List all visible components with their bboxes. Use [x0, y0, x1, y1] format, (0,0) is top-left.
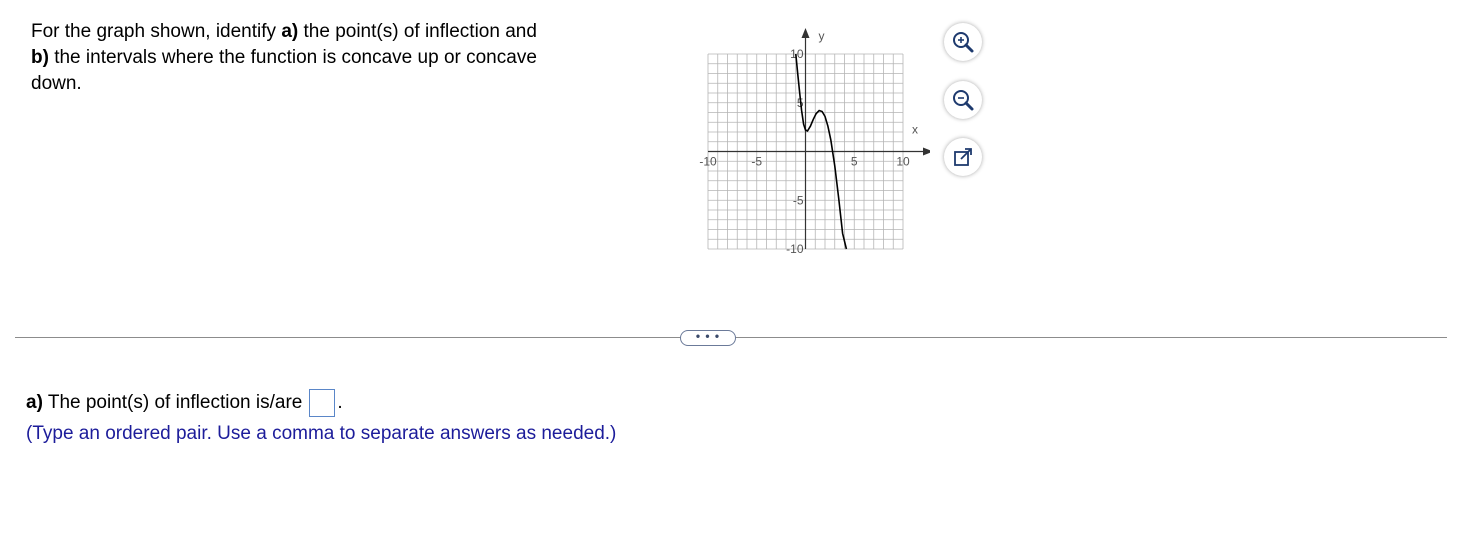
- question-text: For the graph shown, identify a) the poi…: [31, 19, 631, 97]
- answer-prompt: The point(s) of inflection is/are: [42, 392, 303, 413]
- y-axis-label: y: [819, 29, 825, 43]
- x-tick-label: 5: [851, 155, 858, 169]
- x-tick-label: 10: [896, 155, 910, 169]
- zoom-in-button[interactable]: [944, 23, 982, 61]
- question-a-label: a): [281, 21, 299, 42]
- graph-tick-labels: -10 -5 5 10105-5-10xy: [699, 29, 918, 256]
- function-graph: -10 -5 5 10 10 5 -5 -10 x y: [690, 22, 930, 262]
- zoom-out-icon: [953, 90, 974, 111]
- external-link-icon: [954, 148, 972, 166]
- y-axis-arrow: [801, 28, 810, 38]
- inflection-point-input[interactable]: [309, 389, 336, 417]
- y-tick-label: -10: [786, 242, 804, 256]
- question-part3: the intervals where the function is conc…: [48, 47, 537, 68]
- zoom-in-icon: [953, 32, 974, 53]
- popout-button[interactable]: [944, 138, 982, 176]
- question-part4: down.: [31, 73, 82, 94]
- question-part2: the point(s) of inflection and: [298, 21, 537, 42]
- x-axis-arrow: [923, 147, 930, 156]
- answer-a-label: a): [26, 392, 43, 413]
- x-tick-label: -10: [699, 155, 717, 169]
- graph-axes: [708, 28, 930, 249]
- answer-row: a) The point(s) of inflection is/are .: [26, 388, 343, 418]
- question-b-label: b): [31, 47, 49, 68]
- graph-canvas: -10 -5 5 10105-5-10xy: [699, 28, 930, 256]
- zoom-out-button[interactable]: [944, 81, 982, 119]
- more-options-button[interactable]: • • •: [680, 330, 736, 346]
- question-part1: For the graph shown, identify: [31, 21, 282, 42]
- x-tick-label: -5: [751, 155, 762, 169]
- answer-period: .: [337, 392, 343, 413]
- y-tick-label: -5: [793, 193, 804, 207]
- x-axis-label: x: [912, 123, 918, 137]
- answer-hint: (Type an ordered pair. Use a comma to se…: [26, 423, 617, 444]
